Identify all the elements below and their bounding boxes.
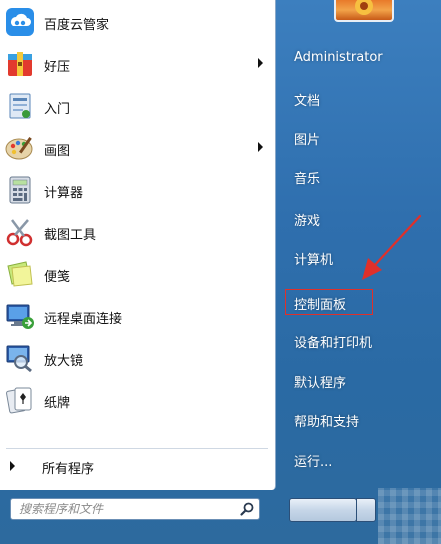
right-item-label: 帮助和支持 — [294, 415, 360, 430]
all-programs-label: 所有程序 — [42, 462, 95, 477]
program-item-remote-desktop[interactable]: 远程桌面连接 — [0, 296, 275, 336]
arrow-right-icon — [10, 461, 15, 471]
program-item-baidu-cloud[interactable]: 百度云管家 — [0, 2, 275, 42]
right-item-label: 计算机 — [294, 253, 334, 268]
highlight-box — [285, 289, 373, 315]
program-label: 入门 — [44, 102, 71, 117]
remote-desktop-icon — [6, 304, 34, 329]
program-label: 计算器 — [44, 186, 84, 201]
right-item-pictures[interactable]: 图片 — [284, 123, 434, 151]
archive-icon — [8, 52, 32, 76]
program-label: 画图 — [44, 144, 71, 159]
cloud-icon — [6, 8, 34, 36]
program-item-calculator[interactable]: 计算器 — [0, 170, 275, 210]
submenu-arrow-icon[interactable] — [258, 58, 263, 68]
program-item-haozip[interactable]: 好压 — [0, 44, 275, 84]
program-label: 纸牌 — [44, 396, 71, 411]
user-name: Administrator — [294, 50, 383, 65]
program-item-sticky-notes[interactable]: 便笺 — [0, 254, 275, 294]
right-item-label: 运行... — [294, 455, 333, 470]
right-item-computer[interactable]: 计算机 — [284, 243, 434, 271]
right-item-label: 文档 — [294, 94, 321, 109]
program-label: 放大镜 — [44, 354, 84, 369]
right-item-devices-printers[interactable]: 设备和打印机 — [284, 326, 434, 354]
right-item-run[interactable]: 运行... — [284, 445, 434, 473]
right-item-documents[interactable]: 文档 — [284, 84, 434, 112]
shutdown-button[interactable] — [289, 498, 357, 522]
right-item-label: 音乐 — [294, 172, 321, 187]
cards-icon — [6, 387, 32, 414]
right-item-label: 设备和打印机 — [294, 336, 373, 351]
submenu-arrow-icon[interactable] — [258, 142, 263, 152]
program-label: 百度云管家 — [44, 18, 110, 33]
program-item-snipping-tool[interactable]: 截图工具 — [0, 212, 275, 252]
watermark — [378, 488, 441, 544]
sticky-note-icon — [7, 261, 33, 287]
calculator-icon — [9, 176, 31, 204]
search-box[interactable] — [10, 498, 260, 520]
right-item-help-support[interactable]: 帮助和支持 — [284, 405, 434, 433]
program-label: 截图工具 — [44, 228, 97, 243]
programs-pane: 百度云管家 好压 入门 画图 计算器 截图工具 便笺 远程桌面连接 放大镜 纸牌… — [0, 0, 276, 490]
program-label: 便笺 — [44, 270, 71, 285]
user-picture[interactable] — [334, 0, 394, 22]
getting-started-icon — [9, 93, 31, 119]
scissors-icon — [6, 219, 33, 247]
magnifier-icon — [6, 345, 32, 373]
right-item-games[interactable]: 游戏 — [284, 204, 434, 232]
right-item-user[interactable]: Administrator — [284, 44, 434, 72]
start-menu: 百度云管家 好压 入门 画图 计算器 截图工具 便笺 远程桌面连接 放大镜 纸牌… — [0, 0, 441, 544]
right-item-label: 图片 — [294, 133, 321, 148]
program-item-solitaire[interactable]: 纸牌 — [0, 380, 275, 420]
search-area — [0, 490, 276, 544]
program-label: 好压 — [44, 60, 71, 75]
right-item-label: 默认程序 — [294, 376, 347, 391]
shutdown-options-button[interactable] — [356, 498, 376, 522]
search-icon[interactable] — [239, 501, 255, 517]
right-item-default-programs[interactable]: 默认程序 — [284, 366, 434, 394]
flower-icon — [355, 0, 373, 15]
separator — [6, 448, 268, 449]
right-item-music[interactable]: 音乐 — [284, 162, 434, 190]
all-programs-button[interactable]: 所有程序 — [0, 452, 275, 480]
program-item-magnifier[interactable]: 放大镜 — [0, 338, 275, 378]
search-input[interactable] — [11, 499, 231, 519]
program-item-paint[interactable]: 画图 — [0, 128, 275, 168]
paint-palette-icon — [5, 137, 33, 160]
right-item-label: 游戏 — [294, 214, 321, 229]
program-item-getting-started[interactable]: 入门 — [0, 86, 275, 126]
program-label: 远程桌面连接 — [44, 312, 123, 327]
